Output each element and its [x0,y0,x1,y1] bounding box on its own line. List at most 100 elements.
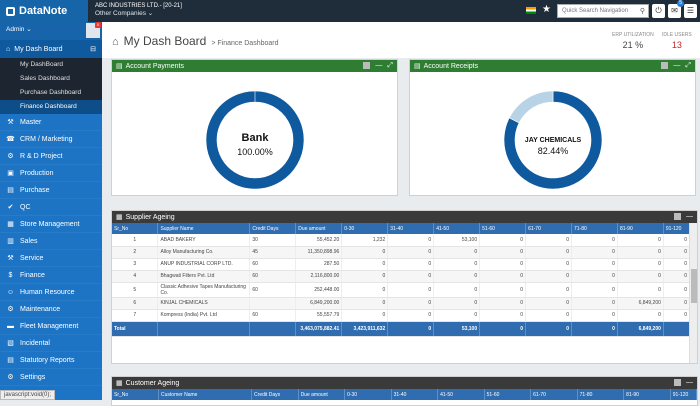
search-input[interactable]: Quick Search Navigation ⚲ [557,4,649,18]
expand-icon[interactable]: ⤢ [387,62,393,69]
column-header[interactable]: 41-50 [437,389,485,400]
table-row[interactable]: 3 ANUP INDUSTRIAL CORP LTD. 60 287.50 0 0 0 0 0 0… [112,258,690,271]
column-header[interactable]: 0-30 [344,389,392,400]
company-selector[interactable]: ABC INDUSTRIES LTD.- [20-21] Other Compa… [95,2,182,18]
column-header[interactable]: 41-50 [433,223,481,234]
column-header[interactable]: 61-70 [530,389,578,400]
column-header[interactable]: 51-60 [484,389,532,400]
submenu-my-dashboard[interactable]: My DashBoard [0,58,102,72]
sidebar-item-production[interactable]: ▣ Production [0,165,102,182]
table-cell: Kompress (India) Pvt. Ltd [157,309,251,322]
column-header[interactable]: 81-90 [623,389,671,400]
sidebar-item-label: Statutory Reports [20,356,75,364]
color-picker-icon[interactable] [363,62,371,69]
erp-utilization-stat: ERP UTILIZATION 21 % [612,32,654,50]
table-cell: 0 [571,234,618,247]
column-header[interactable]: 0-30 [341,223,389,234]
app-logo[interactable]: DataNote [0,0,88,22]
table-row[interactable]: 1 ABAD BAKERY 30 55,452.20 1,232 0 53,100 0 0 0 0 0 [112,234,690,247]
column-header[interactable]: 81-90 [617,223,664,234]
total-row: Total 3,463,075,882.41 3,423,911,632 0 53,10… [112,321,690,337]
qc-icon: ✔ [7,204,14,211]
flag-icon[interactable] [526,6,536,14]
logout-button[interactable]: ⏻ [652,4,665,18]
idle-users-stat: IDLE USERS 13 [662,32,692,50]
sidebar-item-store-management[interactable]: ▦ Store Management [0,216,102,233]
sidebar-item-qc[interactable]: ✔ QC [0,199,102,216]
table-cell: 0 [663,258,690,271]
sidebar-item-finance[interactable]: $ Finance [0,267,102,284]
sidebar-item-sales[interactable]: ▥ Sales [0,233,102,250]
column-header[interactable]: 91-120 [670,389,697,400]
expand-icon[interactable]: ⤢ [685,62,691,69]
finance-icon: $ [8,271,13,279]
table-cell: 60 [249,270,297,283]
sidebar-item-fleet-management[interactable]: ▬ Fleet Management [0,318,102,335]
sidebar-item-maintenance[interactable]: ⚙ Maintenance [0,301,102,318]
home-icon[interactable]: ⌂ [112,36,119,48]
table-cell: Alloy Manufacturing Co. [157,246,251,259]
user-menu[interactable]: Admin ⌄ 0 [0,22,102,40]
column-header[interactable]: 61-70 [525,223,572,234]
panel-title: Customer Ageing [125,379,180,387]
table-row[interactable]: 7 Kompress (India) Pvt. Ltd 60 55,557.79 0 0 0… [112,309,690,322]
sidebar-item-settings[interactable]: ⚙ Settings [0,369,102,386]
submenu-finance-dashboard[interactable]: Finance Dashboard [0,100,102,114]
total-cell: 0 [479,321,527,337]
column-header[interactable]: Supplier Name [157,223,251,234]
minimize-icon[interactable]: — [673,62,680,69]
vertical-scrollbar[interactable] [689,223,697,363]
sidebar-item-incidental[interactable]: ▧ Incidental [0,335,102,352]
sidebar-item-label: Finance [20,271,45,279]
column-header[interactable]: 71-80 [577,389,625,400]
sidebar-item-master[interactable]: ⚒ Master [0,114,102,131]
column-header[interactable]: 31-40 [391,389,439,400]
collapse-icon[interactable]: ⊟ [90,45,96,53]
table-row[interactable]: 4 Bhagwati Filters Pvt. Ltd 60 2,116,800.00… [112,270,690,283]
sidebar-item-r-d-project[interactable]: ⚙ R & D Project [0,148,102,165]
column-header[interactable]: 71-80 [571,223,618,234]
minimize-icon[interactable]: — [375,62,382,69]
avatar[interactable]: 0 [86,22,101,38]
star-icon[interactable]: ★ [542,5,551,15]
column-header[interactable]: 31-40 [387,223,435,234]
sidebar-item-crm-marketing[interactable]: ☎ CRM / Marketing [0,131,102,148]
table-cell: KINJAL CHEMICALS [157,297,251,310]
messages-button[interactable]: ✉ 5 [668,0,684,18]
minimize-icon[interactable]: — [686,213,693,220]
sidebar-item-purchase[interactable]: ▤ Purchase [0,182,102,199]
table-row[interactable]: 2 Alloy Manufacturing Co. 45 11,350,898.96 0… [112,246,690,259]
table-row[interactable]: 5 Classic Adhesive Tapes Manufacturing Co… [112,282,690,298]
table-cell: 3 [112,258,159,271]
column-header[interactable]: 91-120 [663,223,690,234]
donut-center-label: Bank [242,132,270,144]
column-header[interactable]: Credit Days [249,223,297,234]
column-header[interactable]: Due amount [295,223,343,234]
idle-label: IDLE USERS [662,32,692,38]
sidebar-item-service[interactable]: ⚒ Service [0,250,102,267]
sidebar-item-human-resource[interactable]: ☺ Human Resource [0,284,102,301]
column-header[interactable]: 51-60 [479,223,527,234]
sidebar-item-statutory-reports[interactable]: ▤ Statutory Reports [0,352,102,369]
menu-button[interactable]: ☰ [684,4,697,18]
table-row[interactable]: 6 KINJAL CHEMICALS 6,849,200.00 0 0 0 0 0 0 6,849… [112,297,690,310]
account-receipts-panel: ▤ Account Receipts — ⤢ JAY CHEMICALS 82.4… [409,59,696,196]
table-cell: 6,849,200 [617,297,664,310]
column-header[interactable]: Customer Name [158,389,253,400]
submenu-sales-dashboard[interactable]: Sales Dashboard [0,72,102,86]
color-picker-icon[interactable] [674,379,681,386]
submenu-purchase-dashboard[interactable]: Purchase Dashboard [0,86,102,100]
color-picker-icon[interactable] [674,213,681,220]
fleet-icon: ▬ [7,322,14,330]
color-picker-icon[interactable] [661,62,669,69]
table-cell: 252,448.00 [295,282,343,298]
column-header[interactable]: Sr_No [112,389,160,400]
search-placeholder: Quick Search Navigation [562,8,629,14]
sidebar-item-my-dashboard[interactable]: ⌂ My Dash Board ⊟ [0,40,102,58]
column-header[interactable]: Sr_No [112,223,159,234]
company-name: ABC INDUSTRIES LTD.- [20-21] [95,3,182,9]
column-header[interactable]: Due amount [298,389,346,400]
minimize-icon[interactable]: — [686,379,693,386]
donut-slice[interactable] [508,90,554,124]
column-header[interactable]: Credit Days [251,389,299,400]
